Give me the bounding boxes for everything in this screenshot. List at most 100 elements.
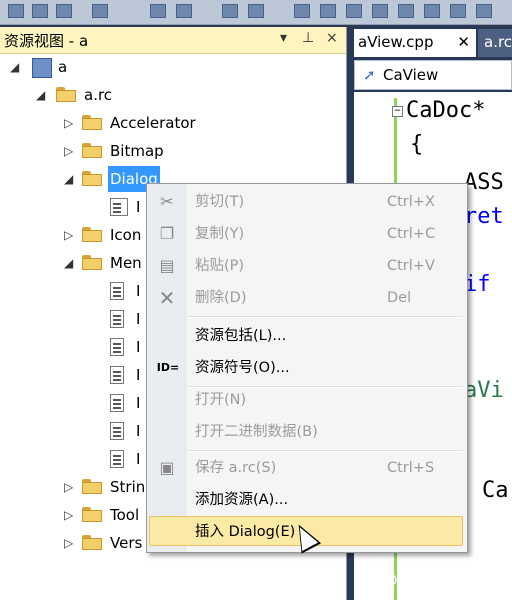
expand-icon[interactable]: ◢ <box>64 250 73 276</box>
menu-item-delete[interactable]: ✕ 删除(D) Del <box>147 282 467 314</box>
toolbar-icon[interactable] <box>346 4 362 18</box>
tree-label: I <box>136 338 141 356</box>
panel-title: 资源视图 - a <box>4 32 89 50</box>
toolbar-icon[interactable] <box>372 4 388 18</box>
expand-icon[interactable]: ◢ <box>10 54 19 80</box>
menu-resource-icon <box>110 366 124 384</box>
code-line: ret <box>464 204 504 229</box>
class-name: CaView <box>383 66 439 84</box>
tree-label: I <box>136 394 141 412</box>
class-arrow-icon: ➚ <box>363 66 376 84</box>
folder-icon <box>82 171 102 186</box>
menu-resource-icon <box>110 338 124 356</box>
menu-item-paste[interactable]: ▤ 粘贴(P) Ctrl+V <box>147 250 467 282</box>
folder-icon <box>82 143 102 158</box>
code-line: aVi <box>464 378 504 403</box>
class-dropdown[interactable]: ➚ CaView <box>354 60 512 90</box>
menu-resource-icon <box>110 310 124 328</box>
toolbar-icon[interactable] <box>248 4 264 18</box>
tree-label: a.rc <box>84 86 113 104</box>
folder-icon <box>56 87 76 102</box>
folder-icon <box>82 115 102 130</box>
menu-item-save[interactable]: ▣ 保存 a.rc(S) Ctrl+S <box>147 452 467 484</box>
tree-label: Icon <box>110 226 142 244</box>
tab-a-rc[interactable]: a.rc <box>478 29 512 57</box>
menu-label: 删除(D) <box>195 290 247 306</box>
tree-label: Tool <box>110 506 140 524</box>
expand-icon[interactable]: ◢ <box>64 166 73 192</box>
tree-label: I <box>136 282 141 300</box>
menu-label: 资源符号(O)... <box>195 360 290 376</box>
editor-tabs: aView.cpp ✕ a.rc <box>350 27 512 57</box>
tab-label: a.rc <box>484 33 512 51</box>
menu-item-resource-symbols[interactable]: ID= 资源符号(O)... <box>147 352 467 384</box>
toolbar-icon[interactable] <box>450 4 466 18</box>
toolbar-icon[interactable] <box>476 4 492 18</box>
collapse-icon[interactable]: ▷ <box>64 138 73 164</box>
menu-label: 复制(Y) <box>195 226 245 242</box>
dialog-resource-icon <box>110 198 128 216</box>
tree-label: Strin <box>110 478 146 496</box>
toolbar-icon[interactable] <box>294 4 310 18</box>
toolbar <box>0 0 512 25</box>
id-symbol-icon: ID= <box>156 361 180 374</box>
tab-aview-cpp[interactable]: aView.cpp ✕ <box>354 29 476 57</box>
menu-shortcut: Ctrl+X <box>387 194 435 210</box>
scissors-icon: ✂ <box>160 192 174 211</box>
toolbar-icon[interactable] <box>222 4 238 18</box>
toolbar-icon[interactable] <box>32 4 48 18</box>
collapse-icon[interactable]: ▷ <box>64 502 73 528</box>
menu-label: 剪切(T) <box>195 194 245 210</box>
close-icon[interactable]: × <box>326 30 338 46</box>
project-icon <box>32 58 52 78</box>
folder-icon <box>82 507 102 522</box>
fold-icon[interactable]: − <box>392 106 403 117</box>
toolbar-icon[interactable] <box>176 4 192 18</box>
toolbar-icon[interactable] <box>150 4 166 18</box>
tree-label: Men <box>110 254 142 272</box>
folder-icon <box>82 479 102 494</box>
toolbar-icon[interactable] <box>398 4 414 18</box>
collapse-icon[interactable]: ▷ <box>64 110 73 136</box>
copy-icon: ❐ <box>159 224 175 243</box>
folder-icon <box>82 227 102 242</box>
toolbar-icon[interactable] <box>424 4 440 18</box>
toolbar-icon[interactable] <box>56 4 72 18</box>
menu-shortcut: Del <box>387 290 412 306</box>
code-line: CaDoc* <box>406 98 486 123</box>
menu-separator <box>187 316 463 318</box>
panel-header: 资源视图 - a ▾ ⊥ × <box>0 27 346 54</box>
watermark: CSDN @木小胖 <box>368 573 469 589</box>
save-icon: ▣ <box>159 458 175 477</box>
toolbar-icon[interactable] <box>8 4 24 18</box>
code-line: { <box>410 132 424 157</box>
menu-label: 粘贴(P) <box>195 258 245 274</box>
collapse-icon[interactable]: ▷ <box>64 530 73 556</box>
menu-shortcut: Ctrl+C <box>387 226 436 242</box>
menu-item-add-resource[interactable]: 添加资源(A)... <box>147 484 467 516</box>
menu-item-open[interactable]: 打开(N) <box>147 384 467 416</box>
pin-icon[interactable]: ⊥ <box>302 30 314 46</box>
menu-label: 打开二进制数据(B) <box>195 424 318 440</box>
tree-label: Vers <box>110 534 143 552</box>
menu-label: 添加资源(A)... <box>195 492 289 508</box>
expand-icon[interactable]: ◢ <box>36 82 45 108</box>
close-icon[interactable]: ✕ <box>457 29 470 55</box>
toolbar-icon[interactable] <box>320 4 336 18</box>
menu-label: 资源包括(L)... <box>195 328 287 344</box>
menu-item-open-binary[interactable]: 打开二进制数据(B) <box>147 416 467 448</box>
dropdown-icon[interactable]: ▾ <box>280 30 287 46</box>
tree-label: I <box>136 310 141 328</box>
collapse-icon[interactable]: ▷ <box>64 474 73 500</box>
menu-item-copy[interactable]: ❐ 复制(Y) Ctrl+C <box>147 218 467 250</box>
menu-item-resource-includes[interactable]: 资源包括(L)... <box>147 320 467 352</box>
tree-label: I <box>136 198 141 216</box>
menu-item-cut[interactable]: ✂ 剪切(T) Ctrl+X <box>147 186 467 218</box>
code-line: ASS <box>464 170 504 195</box>
menu-shortcut: Ctrl+S <box>387 460 435 476</box>
collapse-icon[interactable]: ▷ <box>64 222 73 248</box>
context-menu: ✂ 剪切(T) Ctrl+X ❐ 复制(Y) Ctrl+C ▤ 粘贴(P) Ct… <box>146 183 468 553</box>
paste-icon: ▤ <box>159 256 175 275</box>
delete-icon: ✕ <box>158 286 176 310</box>
toolbar-icon[interactable] <box>92 4 108 18</box>
